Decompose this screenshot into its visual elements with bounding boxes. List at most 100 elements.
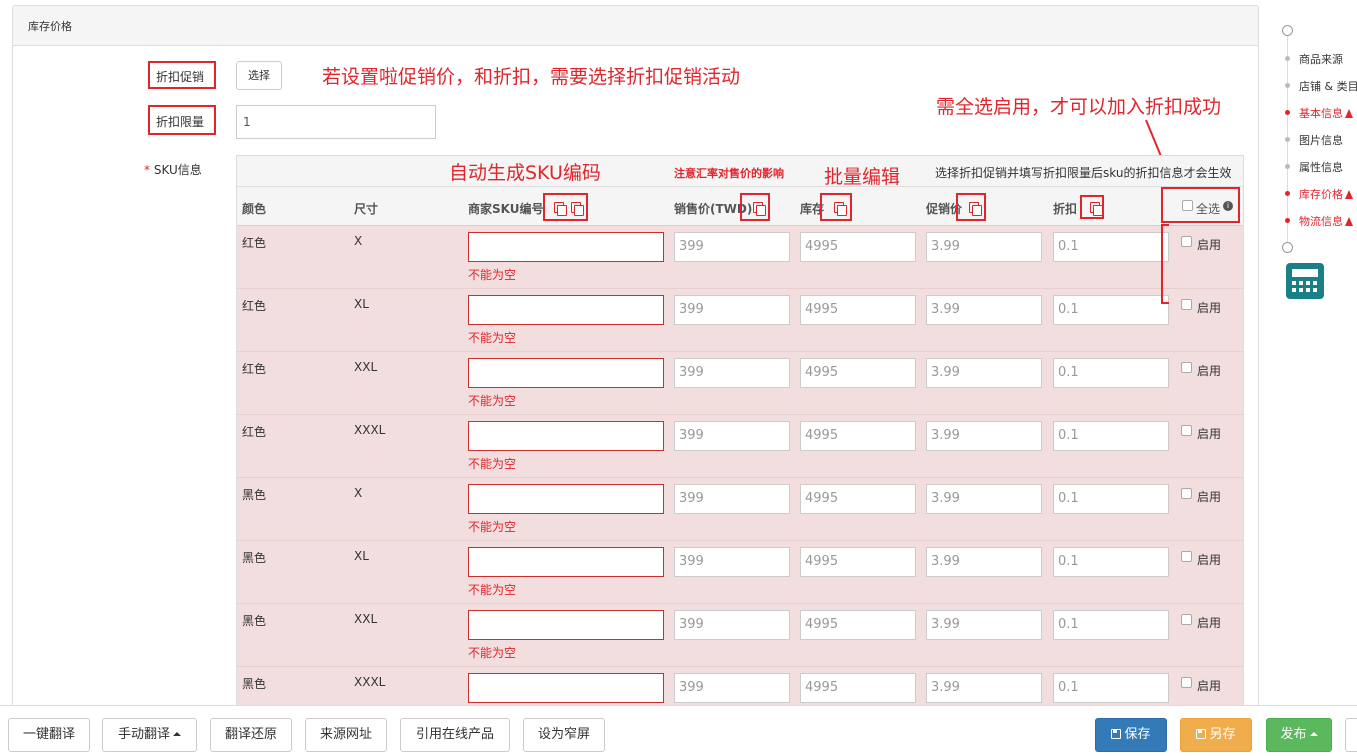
- select-promo-button[interactable]: 选择: [236, 61, 282, 90]
- sku-code-input[interactable]: [468, 358, 664, 388]
- enable-label: 启用: [1197, 616, 1222, 630]
- stock-input[interactable]: 4995: [800, 232, 916, 262]
- stock-input[interactable]: 4995: [800, 547, 916, 577]
- row-color: 红色: [242, 236, 267, 250]
- step-dot-icon: [1285, 164, 1290, 169]
- header-sku-code: 商家SKU编号: [468, 200, 543, 217]
- promo-price-input[interactable]: 3.99: [926, 547, 1042, 577]
- source-url-button[interactable]: 来源网址: [305, 718, 387, 752]
- publish-button[interactable]: 发布: [1266, 718, 1332, 752]
- generate-sku-icon[interactable]: [554, 202, 567, 216]
- cite-online-product-button[interactable]: 引用在线产品: [400, 718, 510, 752]
- panel-title: 库存价格: [13, 6, 1258, 46]
- save-as-icon: [1196, 729, 1207, 739]
- batch-stock-icon[interactable]: [834, 202, 847, 216]
- manual-translate-button[interactable]: 手动翻译: [102, 718, 197, 752]
- set-narrow-button[interactable]: 设为窄屏: [523, 718, 605, 752]
- sku-code-input[interactable]: [468, 673, 664, 703]
- sku-code-input[interactable]: [468, 547, 664, 577]
- discount-input[interactable]: 0.1: [1053, 547, 1169, 577]
- price-input[interactable]: 399: [674, 484, 790, 514]
- discount-input[interactable]: 0.1: [1053, 295, 1169, 325]
- price-batch-box: [740, 193, 770, 221]
- sku-table: 注意汇率对售价的影响 选择折扣促销并填写折扣限量后sku的折扣信息才会生效 颜色…: [236, 155, 1244, 709]
- sidebar-step-label: 物流信息: [1299, 213, 1353, 229]
- promo-price-input[interactable]: 3.99: [926, 673, 1042, 703]
- promo-price-input[interactable]: 3.99: [926, 421, 1042, 451]
- one-click-translate-button[interactable]: 一键翻译: [8, 718, 90, 752]
- price-input[interactable]: 399: [674, 673, 790, 703]
- row-size: XL: [354, 297, 369, 311]
- enable-checkbox[interactable]: [1181, 425, 1192, 436]
- stock-input[interactable]: 4995: [800, 358, 916, 388]
- stock-input[interactable]: 4995: [800, 673, 916, 703]
- discount-input[interactable]: 0.1: [1053, 484, 1169, 514]
- sku-code-input[interactable]: [468, 484, 664, 514]
- promo-price-input[interactable]: 3.99: [926, 232, 1042, 262]
- sku-code-input[interactable]: [468, 421, 664, 451]
- calculator-icon[interactable]: [1286, 263, 1324, 299]
- enable-checkbox[interactable]: [1181, 236, 1192, 247]
- header-size: 尺寸: [354, 202, 379, 216]
- discount-limit-input[interactable]: 1: [236, 105, 436, 139]
- enable-checkbox[interactable]: [1181, 299, 1192, 310]
- sku-code-input[interactable]: [468, 295, 664, 325]
- price-input[interactable]: 399: [674, 295, 790, 325]
- discount-limit-label: 折扣限量: [156, 115, 205, 129]
- sku-info-label: * SKU信息: [144, 161, 202, 178]
- save-as-button[interactable]: 另存: [1180, 718, 1252, 752]
- discount-input[interactable]: 0.1: [1053, 421, 1169, 451]
- error-message: 不能为空: [468, 394, 517, 408]
- discount-input[interactable]: 0.1: [1053, 232, 1169, 262]
- stock-input[interactable]: 4995: [800, 295, 916, 325]
- effect-note: 选择折扣促销并填写折扣限量后sku的折扣信息才会生效: [935, 166, 1232, 180]
- promo-price-input[interactable]: 3.99: [926, 358, 1042, 388]
- enable-label: 启用: [1197, 301, 1222, 315]
- enable-label: 启用: [1197, 364, 1222, 378]
- stock-input[interactable]: 4995: [800, 610, 916, 640]
- save-label: 保存: [1124, 727, 1151, 742]
- discount-input[interactable]: 0.1: [1053, 358, 1169, 388]
- more-button[interactable]: [1345, 718, 1357, 752]
- sku-code-input[interactable]: [468, 232, 664, 262]
- price-input[interactable]: 399: [674, 547, 790, 577]
- promo-price-input[interactable]: 3.99: [926, 484, 1042, 514]
- discount-promo-label-box: 折扣促销: [148, 61, 216, 89]
- stock-input[interactable]: 4995: [800, 484, 916, 514]
- price-input[interactable]: 399: [674, 232, 790, 262]
- enable-checkbox[interactable]: [1181, 362, 1192, 373]
- save-as-label: 另存: [1209, 727, 1236, 742]
- header-color: 颜色: [242, 202, 267, 216]
- discount-input[interactable]: 0.1: [1053, 610, 1169, 640]
- promo-price-input[interactable]: 3.99: [926, 610, 1042, 640]
- step-dot-icon: [1285, 83, 1290, 88]
- table-row: 黑色 XXL 不能为空 399 4995 3.99 0.1 启用: [237, 604, 1243, 667]
- caret-up-icon: [1309, 732, 1318, 736]
- row-size: XXXL: [354, 675, 386, 689]
- save-button[interactable]: 保存: [1095, 718, 1167, 752]
- promo-price-input[interactable]: 3.99: [926, 295, 1042, 325]
- enable-checkbox[interactable]: [1181, 551, 1192, 562]
- copy-sku-icon[interactable]: [571, 202, 584, 216]
- discount-promo-label: 折扣促销: [156, 70, 205, 84]
- restore-translation-button[interactable]: 翻译还原: [210, 718, 292, 752]
- batch-discount-icon[interactable]: [1090, 202, 1103, 216]
- enable-checkbox[interactable]: [1181, 677, 1192, 688]
- enable-label: 启用: [1197, 238, 1222, 252]
- batch-price-icon[interactable]: [753, 202, 766, 216]
- price-input[interactable]: 399: [674, 421, 790, 451]
- price-input[interactable]: 399: [674, 610, 790, 640]
- step-start-circle: [1282, 25, 1293, 36]
- stock-input[interactable]: 4995: [800, 421, 916, 451]
- price-input[interactable]: 399: [674, 358, 790, 388]
- discount-input[interactable]: 0.1: [1053, 673, 1169, 703]
- sku-code-input[interactable]: [468, 610, 664, 640]
- warning-icon: [1345, 190, 1353, 199]
- enable-checkbox[interactable]: [1181, 614, 1192, 625]
- sidebar-step-label: 属性信息: [1299, 161, 1343, 174]
- enable-label: 启用: [1197, 553, 1222, 567]
- enable-checkbox[interactable]: [1181, 488, 1192, 499]
- manual-translate-label: 手动翻译: [117, 727, 170, 742]
- batch-promo-icon[interactable]: [969, 202, 982, 216]
- row-size: XL: [354, 549, 369, 563]
